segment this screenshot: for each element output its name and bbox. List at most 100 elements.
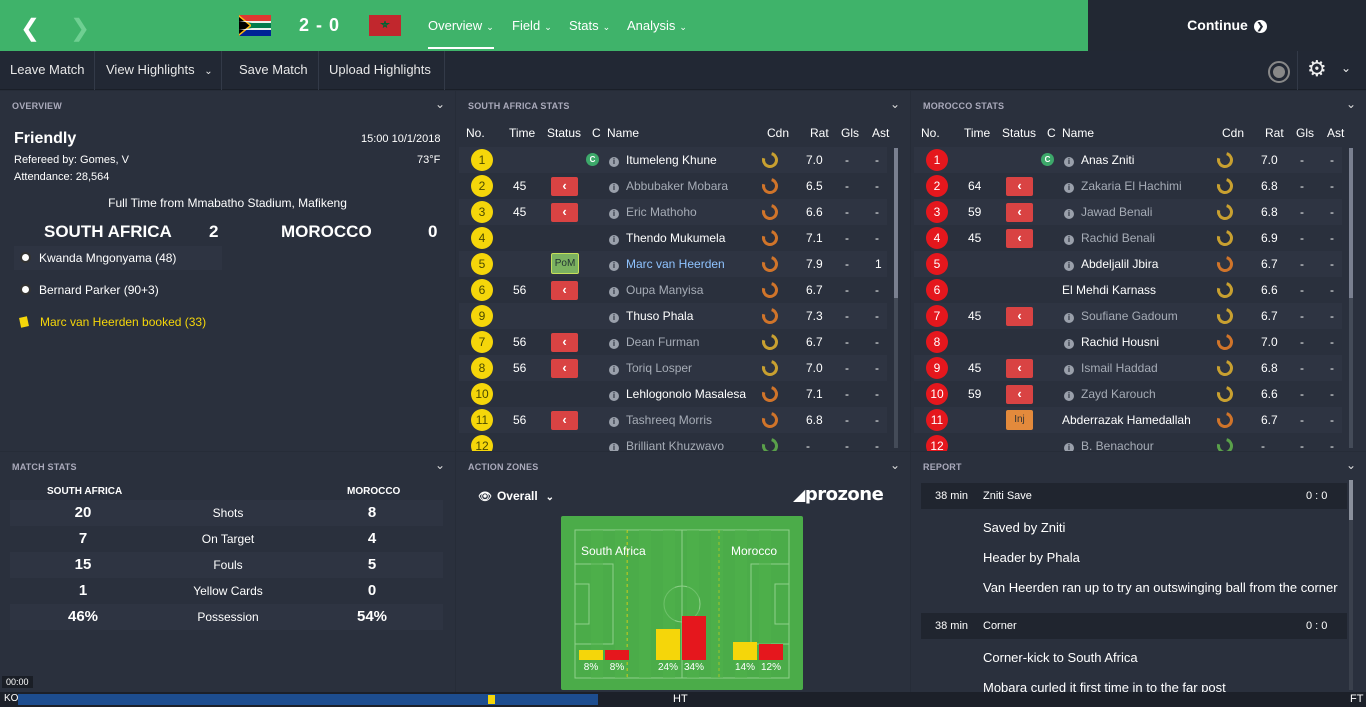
match-stat-row: 7 On Target 4	[10, 526, 443, 552]
scrollbar-thumb[interactable]	[894, 148, 898, 298]
report-event: Zniti Save	[983, 490, 1032, 502]
column-header[interactable]: C	[1047, 126, 1056, 140]
player-name-text: El Mehdi Karnass	[1062, 283, 1157, 297]
scrollbar[interactable]	[1349, 148, 1353, 448]
chevron-down-icon[interactable]: ⌄	[890, 458, 900, 472]
prozone-logo: ◢prozone	[793, 484, 884, 505]
action-zones-title: ACTION ZONES	[468, 462, 539, 472]
zone-view-select[interactable]: 👁 Overall ⌄	[478, 489, 554, 503]
info-icon[interactable]: i	[1064, 443, 1074, 451]
report-line: Header by Phala	[983, 550, 1080, 565]
player-name-text: Rachid Housni	[1081, 335, 1160, 349]
column-header[interactable]: Rat	[1265, 126, 1284, 140]
player-row[interactable]: 4 45 ‹ i Rachid Benali 6.9 - -	[914, 225, 1342, 251]
player-time: 45	[968, 231, 982, 245]
column-header[interactable]: No.	[921, 126, 940, 140]
column-header[interactable]: Gls	[1296, 126, 1314, 140]
player-rating: 6.7	[1261, 413, 1278, 427]
player-name[interactable]: Abderrazak Hamedallah	[1062, 407, 1191, 433]
player-row[interactable]: 7 45 ‹ i Soufiane Gadoum 6.7 - -	[914, 303, 1342, 329]
column-header[interactable]: Cdn	[1222, 126, 1244, 140]
column-header[interactable]: Ast	[1327, 126, 1344, 140]
player-assists: -	[1330, 231, 1334, 245]
column-header[interactable]: Status	[1002, 126, 1036, 140]
report-score: 0 : 0	[1306, 620, 1328, 632]
chevron-down-icon[interactable]: ⌄	[1346, 458, 1356, 472]
player-row[interactable]: 6 El Mehdi Karnass 6.6 - -	[914, 277, 1342, 303]
player-row[interactable]: 11 Inj Abderrazak Hamedallah 6.7 - -	[914, 407, 1342, 433]
player-name[interactable]: i Anas Zniti	[1064, 147, 1134, 173]
timeline-ft: FT	[1350, 693, 1364, 705]
player-goals: -	[1300, 439, 1304, 451]
report-event-header[interactable]: 38 min Corner 0 : 0	[921, 613, 1347, 639]
zone-pct-home: 24%	[657, 662, 678, 673]
match-timeline[interactable]: KO HT FT	[0, 692, 1366, 707]
condition-icon	[1214, 409, 1236, 431]
player-name[interactable]: i B. Benachour	[1064, 433, 1154, 451]
player-time: 45	[968, 361, 982, 375]
mo-stats-table: No. Time Status C Name Cdn Rat Gls Ast 1 Ci Anas Zn…	[0, 0, 1366, 451]
report-event-header[interactable]: 38 min Zniti Save 0 : 0	[921, 483, 1347, 509]
substitution-icon[interactable]: ‹	[1006, 359, 1033, 378]
info-icon[interactable]: i	[1064, 313, 1074, 323]
report-line: Saved by Zniti	[983, 520, 1066, 535]
report-line: Corner-kick to South Africa	[983, 650, 1138, 665]
player-row[interactable]: 8 i Rachid Housni 7.0 - -	[914, 329, 1342, 355]
player-row[interactable]: 3 59 ‹ i Jawad Benali 6.8 - -	[914, 199, 1342, 225]
info-icon[interactable]: i	[1064, 235, 1074, 245]
timeline-ko: KO	[4, 693, 19, 704]
player-row[interactable]: 1 Ci Anas Zniti 7.0 - -	[914, 147, 1342, 173]
info-icon[interactable]: i	[1064, 183, 1074, 193]
substitution-icon[interactable]: ‹	[1006, 229, 1033, 248]
scrollbar-thumb[interactable]	[1349, 480, 1353, 520]
chevron-down-icon[interactable]: ⌄	[435, 458, 445, 472]
info-icon[interactable]: i	[1064, 261, 1074, 271]
player-name[interactable]: El Mehdi Karnass	[1062, 277, 1156, 303]
column-header[interactable]: Name	[1062, 126, 1094, 140]
squad-number: 5	[926, 253, 948, 275]
column-header[interactable]: Time	[964, 126, 990, 140]
player-name[interactable]: i Ismail Haddad	[1064, 355, 1158, 381]
info-icon[interactable]: i	[1064, 339, 1074, 349]
match-stat-label: On Target	[201, 532, 255, 546]
eye-icon: 👁	[478, 491, 492, 503]
substitution-icon[interactable]: ‹	[1006, 385, 1033, 404]
player-name[interactable]: i Rachid Housni	[1064, 329, 1159, 355]
player-name[interactable]: i Jawad Benali	[1064, 199, 1152, 225]
player-assists: -	[1330, 257, 1334, 271]
player-row[interactable]: 12 i B. Benachour - - -	[914, 433, 1342, 451]
squad-number: 7	[926, 305, 948, 327]
substitution-icon[interactable]: ‹	[1006, 177, 1033, 196]
scrollbar-thumb[interactable]	[1349, 148, 1353, 298]
info-icon[interactable]: i	[1064, 365, 1074, 375]
substitution-icon[interactable]: ‹	[1006, 203, 1033, 222]
player-name[interactable]: i Zayd Karouch	[1064, 381, 1156, 407]
player-row[interactable]: 10 59 ‹ i Zayd Karouch 6.6 - -	[914, 381, 1342, 407]
player-row[interactable]: 2 64 ‹ i Zakaria El Hachimi 6.8 - -	[914, 173, 1342, 199]
prozone-mark-icon: ◢	[793, 485, 805, 504]
zone-pct-home: 8%	[583, 662, 599, 673]
squad-number: 11	[926, 409, 948, 431]
squad-number: 4	[926, 227, 948, 249]
player-name[interactable]: i Soufiane Gadoum	[1064, 303, 1178, 329]
player-row[interactable]: 9 45 ‹ i Ismail Haddad 6.8 - -	[914, 355, 1342, 381]
scrollbar[interactable]	[1349, 480, 1353, 690]
info-icon[interactable]: i	[1064, 209, 1074, 219]
player-row[interactable]: 5 i Abdeljalil Jbira 6.7 - -	[914, 251, 1342, 277]
player-name[interactable]: i Rachid Benali	[1064, 225, 1155, 251]
player-goals: -	[1300, 153, 1304, 167]
substitution-icon[interactable]: ‹	[1006, 307, 1033, 326]
player-time: 64	[968, 179, 982, 193]
player-rating: 6.6	[1261, 387, 1278, 401]
condition-icon	[1214, 201, 1236, 223]
match-stat-away: 0	[367, 582, 377, 599]
scrollbar[interactable]	[894, 148, 898, 448]
condition-icon	[1214, 383, 1236, 405]
info-icon[interactable]: i	[1064, 157, 1074, 167]
player-rating: 6.8	[1261, 361, 1278, 375]
player-rating: -	[1261, 439, 1265, 451]
info-icon[interactable]: i	[1064, 391, 1074, 401]
condition-icon	[1214, 279, 1236, 301]
player-name[interactable]: i Zakaria El Hachimi	[1064, 173, 1182, 199]
player-name[interactable]: i Abdeljalil Jbira	[1064, 251, 1158, 277]
